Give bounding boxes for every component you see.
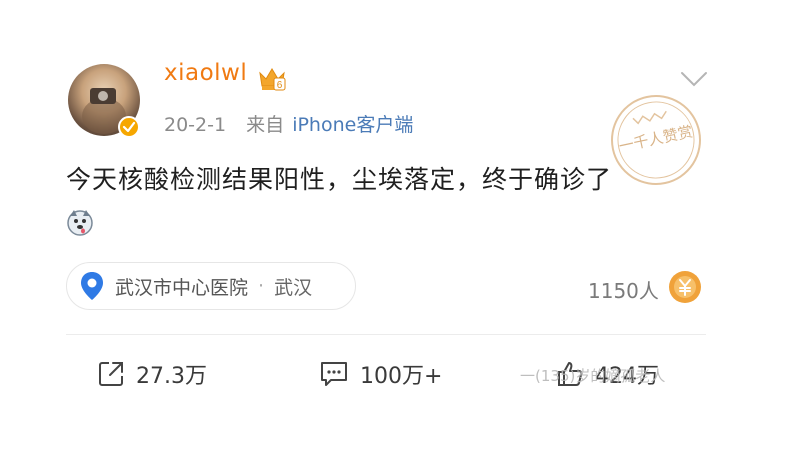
location-place: 武汉市中心医院 (115, 276, 249, 299)
reward-coin-icon[interactable] (668, 270, 702, 304)
post-date: 20-2-1 (164, 114, 227, 136)
client-link[interactable]: iPhone客户端 (292, 114, 413, 136)
username[interactable]: xiaolwl (164, 60, 247, 86)
location-city: 武汉 (274, 276, 313, 299)
reward-count[interactable]: 1150人 (588, 275, 659, 304)
member-level: 6 (277, 80, 283, 91)
comment-count: 100万+ (360, 364, 443, 389)
repost-button[interactable]: 27.3万 (96, 358, 207, 390)
divider (66, 334, 706, 335)
post-meta: 20-2-1 来自 iPhone客户端 (164, 110, 413, 137)
comment-icon (321, 362, 347, 386)
verified-badge-icon (118, 116, 140, 138)
comment-button[interactable]: 100万+ (318, 358, 442, 390)
share-icon (99, 362, 123, 386)
repost-count: 27.3万 (136, 364, 207, 389)
watermark: 一(135)岁的嫡孤老人 (520, 367, 666, 385)
vip-crown-icon: 6 (259, 68, 286, 91)
post-text: 今天核酸检测结果阳性，尘埃落定，终于确诊了 (66, 165, 613, 194)
location-tag[interactable]: 武汉市中心医院 · 武汉 (66, 262, 356, 310)
location-pin-icon (81, 272, 103, 300)
location-separator: · (258, 275, 265, 297)
reward-stamp: 一千人赞赏 (599, 83, 713, 197)
from-label: 来自 (246, 114, 285, 136)
husky-dog-face-icon (67, 210, 93, 236)
